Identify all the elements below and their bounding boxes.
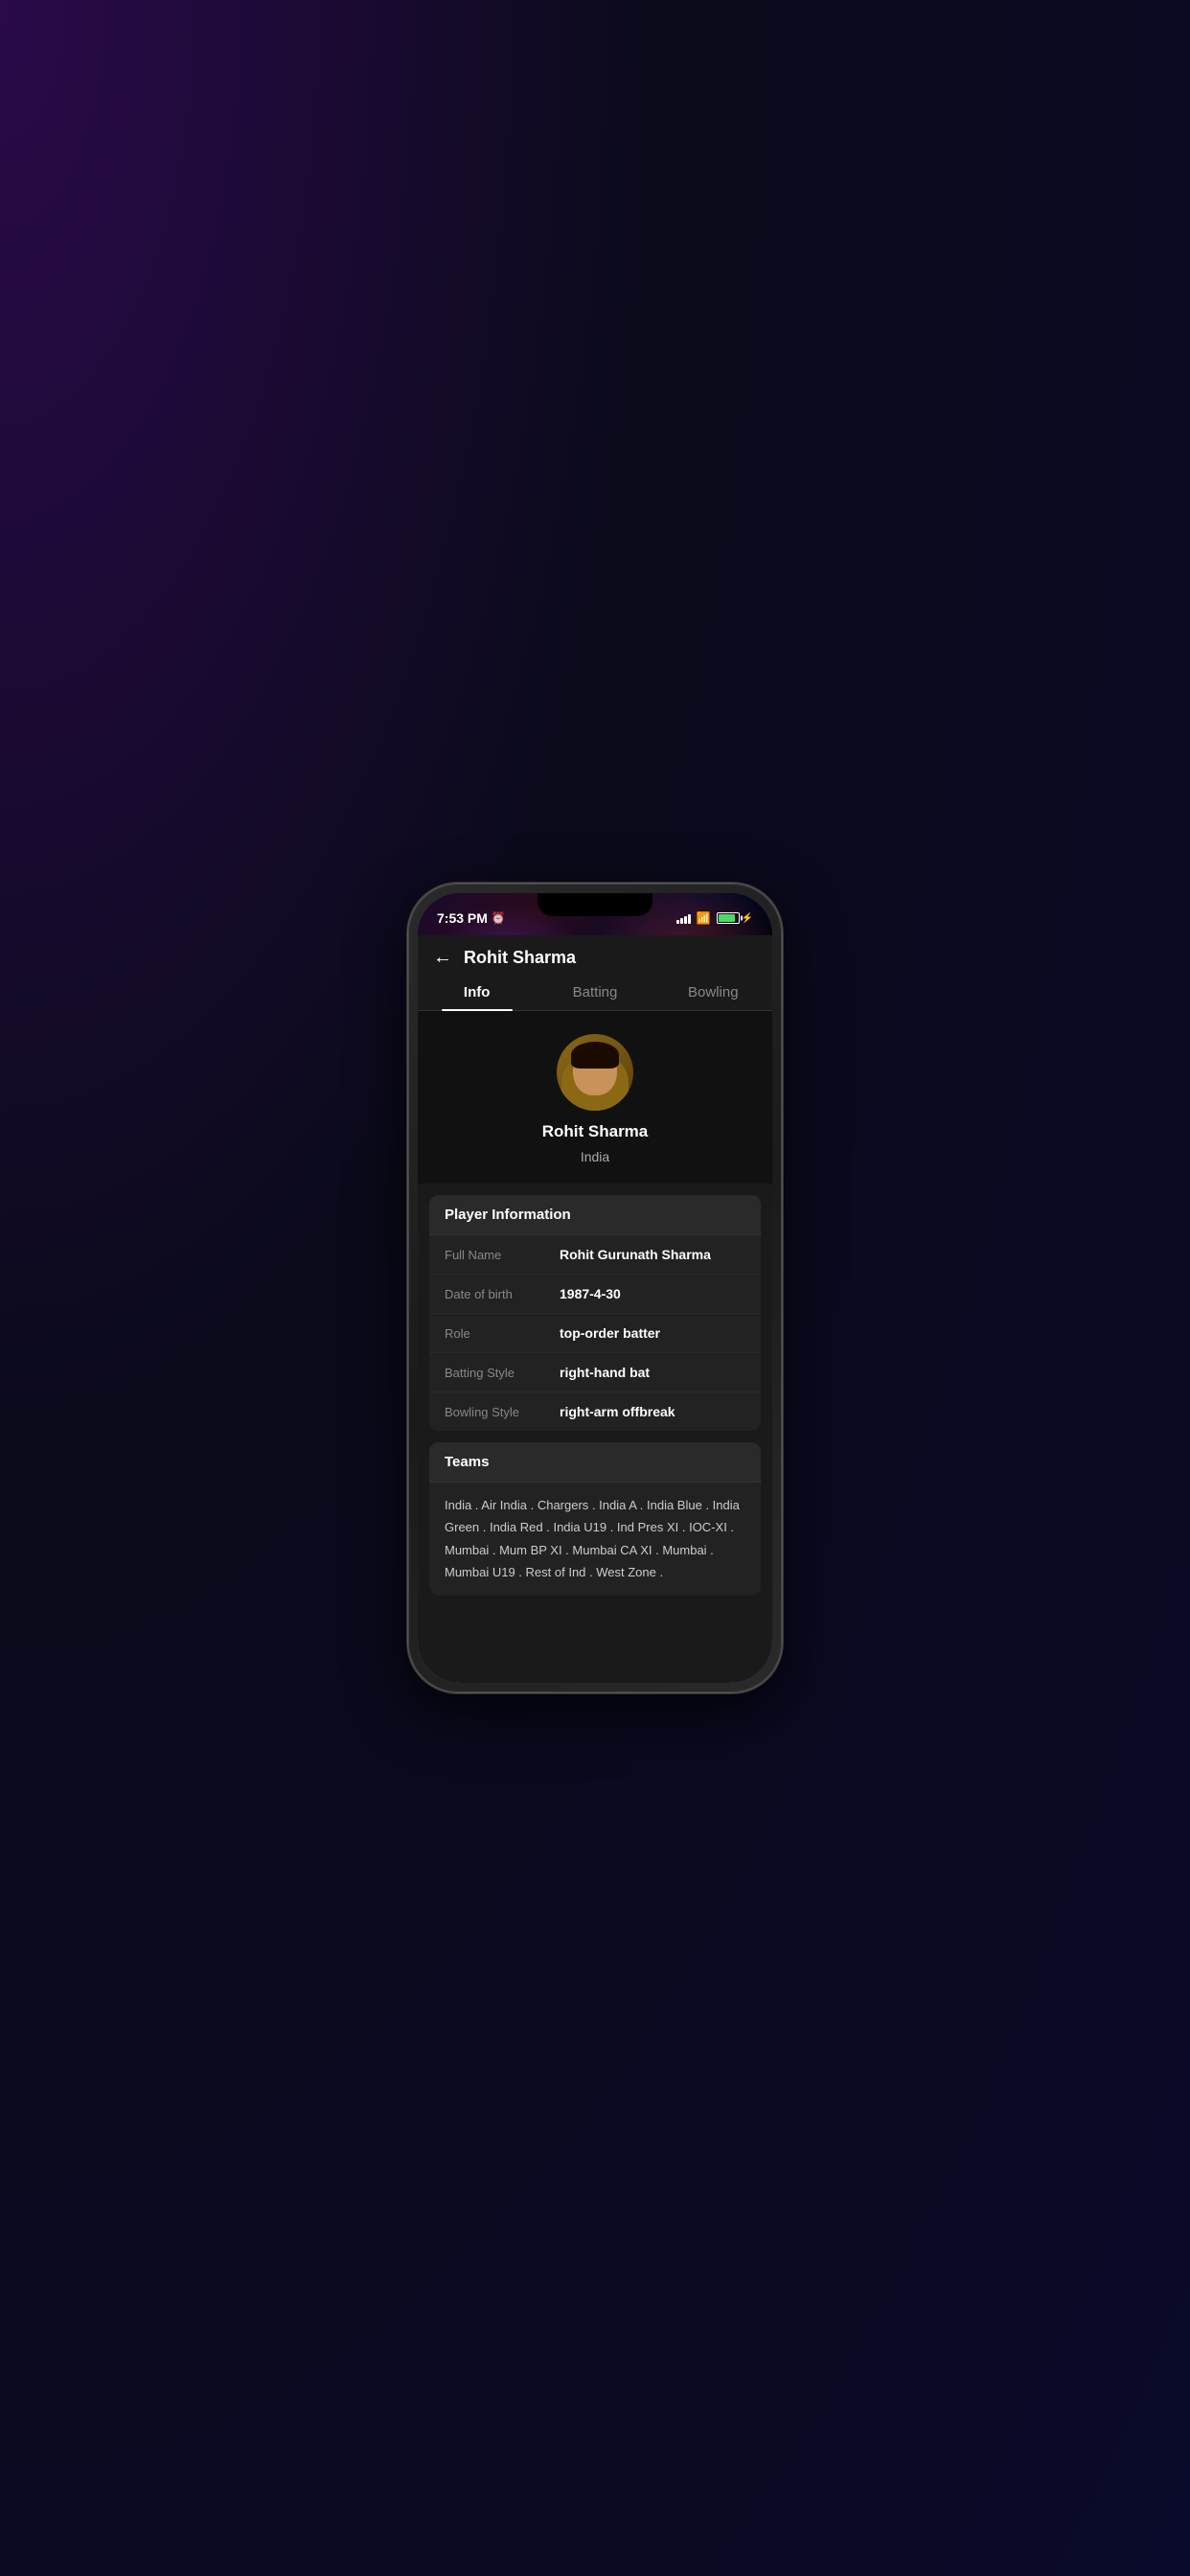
time-display: 7:53 PM [437, 910, 488, 926]
value-dob: 1987-4-30 [560, 1286, 745, 1301]
status-icons: 📶 ⚡ [676, 911, 753, 925]
player-info-title: Player Information [429, 1195, 761, 1235]
avatar-face [557, 1034, 633, 1111]
player-info-card: Player Information Full Name Rohit Gurun… [429, 1195, 761, 1431]
label-fullname: Full Name [445, 1247, 560, 1262]
wifi-icon: 📶 [697, 911, 711, 925]
alarm-icon: ⏰ [492, 911, 506, 925]
avatar [557, 1034, 633, 1111]
tab-bar: Info Batting Bowling [418, 969, 772, 1011]
player-name: Rohit Sharma [542, 1122, 649, 1141]
value-batting-style: right-hand bat [560, 1365, 745, 1380]
value-role: top-order batter [560, 1325, 745, 1341]
info-row-dob: Date of birth 1987-4-30 [429, 1275, 761, 1314]
label-dob: Date of birth [445, 1286, 560, 1301]
tab-bowling[interactable]: Bowling [654, 977, 772, 1010]
label-batting-style: Batting Style [445, 1365, 560, 1380]
teams-list: India . Air India . Chargers . India A .… [445, 1494, 745, 1584]
app-content: ← Rohit Sharma Info Batting Bowling [418, 935, 772, 1683]
player-country: India [581, 1149, 609, 1164]
back-button[interactable]: ← [433, 947, 452, 969]
status-time: 7:53 PM ⏰ [437, 910, 506, 926]
battery-icon [717, 912, 740, 924]
charging-icon: ⚡ [742, 913, 753, 924]
page-header: ← Rohit Sharma [418, 935, 772, 969]
avatar-hair [571, 1042, 619, 1069]
teams-card: Teams India . Air India . Chargers . Ind… [429, 1442, 761, 1596]
label-bowling-style: Bowling Style [445, 1404, 560, 1419]
phone-screen: 7:53 PM ⏰ 📶 ⚡ [418, 893, 772, 1683]
battery-fill [719, 914, 735, 922]
battery-indicator: ⚡ [717, 912, 753, 924]
value-fullname: Rohit Gurunath Sharma [560, 1247, 745, 1262]
profile-section: Rohit Sharma India [418, 1011, 772, 1184]
value-bowling-style: right-arm offbreak [560, 1404, 745, 1419]
info-row-role: Role top-order batter [429, 1314, 761, 1353]
teams-title: Teams [429, 1442, 761, 1483]
page-title: Rohit Sharma [464, 948, 576, 968]
teams-content: India . Air India . Chargers . India A .… [429, 1483, 761, 1596]
notch [538, 893, 652, 916]
tab-info[interactable]: Info [418, 977, 536, 1010]
info-row-bowling-style: Bowling Style right-arm offbreak [429, 1392, 761, 1431]
label-role: Role [445, 1325, 560, 1341]
signal-icon [676, 912, 691, 924]
tab-batting[interactable]: Batting [536, 977, 653, 1010]
info-row-batting-style: Batting Style right-hand bat [429, 1353, 761, 1392]
info-row-fullname: Full Name Rohit Gurunath Sharma [429, 1235, 761, 1275]
phone-frame: 7:53 PM ⏰ 📶 ⚡ [408, 884, 782, 1692]
